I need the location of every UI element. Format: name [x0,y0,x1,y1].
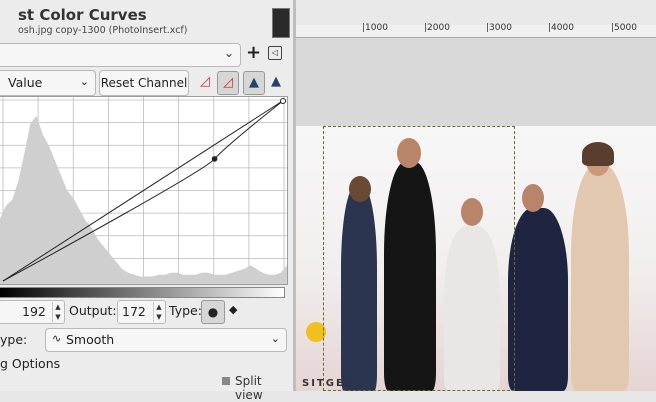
curve-type-label: ype: [0,332,28,347]
dialog-title: st Color Curves [18,6,147,24]
input-spin-arrows[interactable]: ▲ ▼ [52,302,63,322]
curve-graph[interactable] [0,97,287,284]
person-hair [582,142,614,166]
output-spin-arrows[interactable]: ▲ ▼ [153,302,164,322]
input-value: 192 [22,304,46,319]
dialog-subtitle: osh.jpg copy-1300 (PhotoInsert.xcf) [18,25,188,36]
type-label: Type: [169,303,202,318]
split-view-label: Split view [235,374,263,402]
person-figure [571,166,629,391]
channel-select-value: Value [8,75,43,90]
smooth-curve-icon: ∿ [52,332,62,345]
logarithmic-histogram-icon[interactable]: ◿ [217,71,239,95]
chevron-down-icon: ⌄ [270,332,280,345]
chevron-down-icon: ⌄ [79,75,89,88]
ruler-label: |3000 [486,23,512,33]
corner-point-button[interactable]: ◆ [229,303,237,316]
linear-histogram-icon[interactable]: ◿ [195,71,215,93]
end-point[interactable] [280,98,286,104]
chevron-down-icon: ⌄ [223,46,234,60]
ruler-label: |5000 [611,23,637,33]
input-value-field[interactable]: 192 ▲ ▼ [0,300,65,324]
curve-type-value: Smooth [66,332,115,347]
ruler-label: |1000 [362,23,388,33]
output-label: Output: [69,303,117,318]
image-canvas[interactable]: |1000 |2000 |3000 |4000 |5000 SITGES [296,0,656,391]
backdrop-text: SITGES [302,378,354,389]
blending-options-expander[interactable]: g Options [0,356,60,371]
ruler-label: |4000 [548,23,574,33]
smooth-point-button[interactable]: ● [201,300,225,324]
control-point[interactable] [211,156,218,162]
canvas-padding [296,38,656,126]
manage-presets-icon[interactable]: ◁ [268,46,282,60]
channel-select[interactable]: Value ⌄ [0,70,96,96]
curve-editor[interactable] [0,96,288,285]
presets-combobox[interactable]: ⌄ [0,43,241,67]
histogram-channel-icon[interactable]: ▲ [266,71,286,93]
output-value-field[interactable]: 172 ▲ ▼ [117,300,166,324]
person-head [522,184,544,212]
value-gradient-bar [0,287,285,298]
output-value: 172 [122,304,146,319]
layer-thumbnail [272,8,290,38]
horizontal-ruler: |1000 |2000 |3000 |4000 |5000 [296,23,656,38]
reset-channel-button[interactable]: Reset Channel [99,70,189,96]
histogram-view-icon[interactable]: ▲ [243,71,265,95]
curve-type-select[interactable]: ∿ Smooth ⌄ [45,328,287,352]
add-preset-button[interactable]: + [246,42,261,63]
selection-marquee[interactable] [323,126,515,391]
curves-dialog: st Color Curves osh.jpg copy-1300 (Photo… [0,0,293,402]
split-view-checkbox[interactable] [222,377,230,385]
ruler-label: |2000 [424,23,450,33]
person-figure [508,208,568,391]
